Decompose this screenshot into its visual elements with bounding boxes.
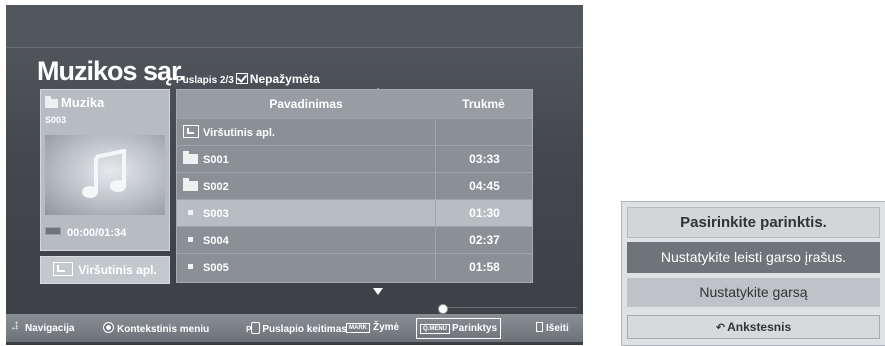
navigation-hint: Navigacija [10, 319, 75, 334]
list-item-duration: 01:30 [435, 200, 533, 226]
file-list: Pavadinimas Trukmė Viršutinis apl. S001 … [176, 89, 533, 283]
navigation-label: Navigacija [25, 323, 75, 334]
info-file-name: S003 [45, 115, 67, 125]
playback-time: 00:00/01:34 [45, 227, 126, 239]
options-popup: Pasirinkite parinktis. Nustatykite leist… [621, 201, 885, 346]
list-item-name: S001 [203, 154, 229, 166]
folder-icon [45, 96, 58, 108]
list-item[interactable]: S002 04:45 [177, 172, 532, 199]
callout-dot [438, 304, 448, 314]
mark-key-icon: MARK [346, 323, 370, 333]
list-item[interactable]: S005 01:58 [177, 253, 532, 280]
page-change-label: Puslapio keitimas [262, 324, 347, 335]
column-header-duration: Trukmė [462, 97, 505, 111]
list-item-name: S003 [203, 208, 229, 220]
info-header: Muzika [45, 95, 104, 110]
list-header: Pavadinimas Trukmė [177, 90, 532, 118]
list-item[interactable]: S004 02:37 [177, 226, 532, 253]
up-folder-button-label: Viršutinis apl. [78, 263, 157, 277]
navigation-arrows-icon [10, 319, 22, 333]
exit-key-icon [536, 322, 543, 332]
list-item-name: Viršutinis apl. [203, 127, 275, 139]
folder-up-icon [53, 262, 74, 276]
column-header-name: Pavadinimas [269, 97, 343, 111]
list-item-name: S005 [203, 262, 229, 274]
folder-icon [183, 151, 198, 164]
options-hint[interactable]: Q.MENU Parinktys [416, 318, 502, 339]
page-number: Puslapis 2/3 [176, 75, 234, 86]
folder-up-icon [183, 125, 199, 138]
folder-icon [183, 178, 198, 191]
music-file-icon [188, 237, 193, 242]
list-item-duration: 03:33 [435, 146, 533, 172]
checkbox-icon [235, 73, 248, 84]
music-file-icon [188, 210, 193, 215]
exit-hint[interactable]: Išeiti [536, 322, 569, 334]
info-header-label: Muzika [61, 95, 105, 110]
music-note-icon [82, 149, 126, 198]
list-item-duration: 02:37 [435, 227, 533, 253]
playback-time-label: 00:00/01:34 [67, 227, 127, 239]
back-arrow-icon: ↶ [715, 322, 726, 334]
context-menu-label: Kontekstinis meniu [117, 324, 210, 335]
progress-bar [45, 227, 61, 235]
options-label: Parinktys [452, 323, 498, 334]
music-file-icon [188, 264, 193, 269]
ok-button-icon [103, 322, 114, 333]
scroll-down-arrow-icon[interactable] [373, 288, 383, 295]
popup-title: Pasirinkite parinktis. [627, 207, 880, 238]
list-item[interactable]: S001 03:33 [177, 145, 532, 172]
qmenu-key-icon: Q.MENU [420, 324, 450, 334]
list-item-name: S002 [203, 181, 229, 193]
mark-label: Žymė [373, 322, 400, 333]
list-item-selected[interactable]: S003 01:30 [177, 199, 532, 226]
album-art [45, 135, 165, 215]
up-folder-button[interactable]: Viršutinis apl. [40, 256, 170, 284]
page-change-hint: P Puslapio keitimas [246, 322, 347, 335]
info-panel: Muzika S003 00:00/01:34 [40, 89, 170, 251]
list-item-duration: 04:45 [435, 173, 533, 199]
popup-back-button[interactable]: ↶ Ankstesnis [627, 315, 880, 339]
context-menu-hint: Kontekstinis meniu [103, 322, 209, 335]
mark-hint: MARK Žymė [346, 322, 399, 333]
page-info: Puslapis 2/3 Nepažymėta [176, 72, 320, 86]
popup-option-play-settings[interactable]: Nustatykite leisti garso įrašus. [627, 242, 880, 273]
top-band [6, 5, 583, 48]
callout-line [442, 307, 577, 308]
unmarked-label: Nepažymėta [249, 72, 320, 86]
page-key-icon [251, 322, 261, 334]
bottom-help-bar: Navigacija Kontekstinis meniu PPuslapio … [6, 314, 583, 342]
list-item-duration: 01:58 [435, 254, 533, 280]
list-item-name: S004 [203, 235, 229, 247]
list-item[interactable]: Viršutinis apl. [177, 118, 532, 145]
popup-option-audio-settings[interactable]: Nustatykite garsą [627, 278, 880, 307]
popup-back-label: Ankstesnis [727, 320, 792, 334]
exit-label: Išeiti [546, 323, 569, 334]
list-item-duration [435, 119, 533, 145]
page-title: Muzikos sąr. [37, 56, 187, 86]
